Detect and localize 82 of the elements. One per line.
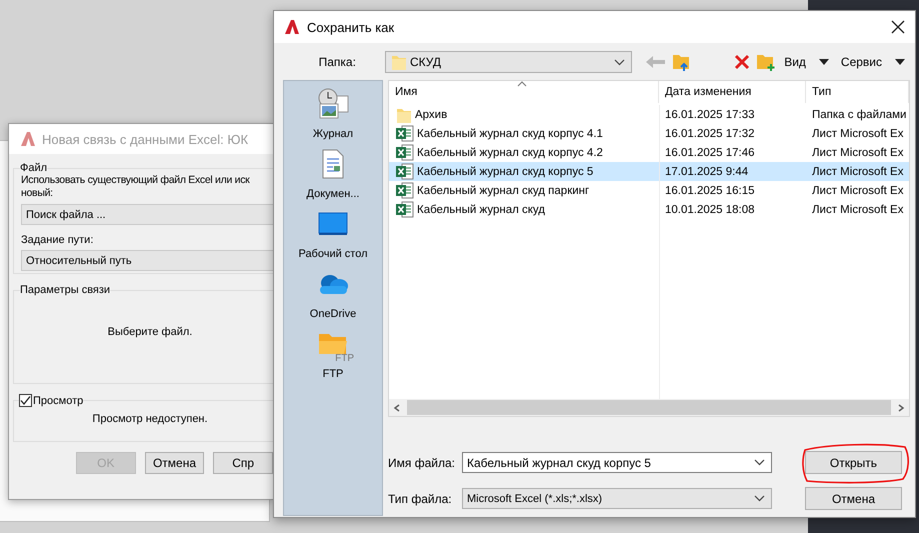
file-type: Лист Microsoft Ex — [812, 204, 904, 216]
field-label: Папка: — [318, 55, 357, 69]
file-name-field[interactable]: Кабельный журнал скуд корпус 5 — [462, 452, 772, 473]
checkbox[interactable] — [19, 394, 32, 407]
file-name: Кабельный журнал скуд паркинг — [417, 184, 590, 196]
file-row[interactable]: Кабельный журнал скуд паркинг 16.01.2025 16:15 Лист Microsoft Ex — [389, 181, 909, 200]
place-label[interactable]: Журнал — [312, 128, 354, 140]
dialog-button[interactable]: Отмена — [144, 452, 204, 474]
scroll-right-icon — [897, 404, 905, 412]
file-row[interactable]: Архив 16.01.2025 17:33 Папка с файлами — [389, 105, 909, 124]
chevron-down-icon — [614, 58, 626, 66]
toolbar-menu[interactable]: Вид — [784, 55, 829, 69]
group-label: Параметры связи — [20, 284, 110, 296]
cloud-icon — [317, 273, 349, 295]
field-label: Задание пути: — [21, 234, 94, 246]
file-date: 16.01.2025 17:46 — [665, 146, 755, 158]
description-text: новый: — [21, 187, 54, 200]
field-label: Имя файла: — [388, 456, 456, 470]
path-dropdown[interactable]: Относительный путь — [21, 250, 273, 271]
file-date: 17.01.2025 9:44 — [665, 166, 748, 178]
icon-badge-text: FTP — [335, 353, 354, 364]
window-title: Новая связь с данными Excel: ЮК — [42, 132, 248, 146]
app-icon — [20, 131, 36, 147]
file-type: Папка с файлами — [812, 108, 906, 120]
open-button[interactable]: Открыть — [805, 451, 902, 474]
place-label[interactable]: OneDrive — [310, 308, 356, 320]
spreadsheet-icon — [396, 144, 414, 161]
file-name: Кабельный журнал скуд — [417, 204, 545, 216]
folder-icon — [318, 332, 348, 356]
place-label[interactable]: Докумен... — [306, 188, 360, 200]
spreadsheet-icon — [396, 125, 414, 142]
scroll-left-icon — [393, 404, 401, 412]
spreadsheet-icon — [396, 163, 414, 180]
checkbox-label: Просмотр — [33, 394, 84, 406]
place-label[interactable]: Рабочий стол — [298, 248, 368, 260]
file-date: 10.01.2025 18:08 — [665, 204, 755, 216]
group-label: Файл — [20, 162, 48, 174]
toolbar-menu[interactable]: Сервис — [840, 55, 905, 69]
close-icon — [891, 20, 905, 34]
file-type: Лист Microsoft Ex — [812, 166, 904, 178]
app-icon — [284, 19, 300, 35]
file-row[interactable]: Кабельный журнал скуд корпус 4.1 16.01.2025 17:32 Лист Microsoft Ex — [389, 124, 909, 143]
column-header[interactable]: Имя — [389, 81, 659, 103]
spreadsheet-icon — [396, 201, 414, 218]
file-name: Архив — [415, 108, 448, 120]
file-name: Кабельный журнал скуд корпус 4.2 — [417, 146, 603, 158]
file-row[interactable]: Кабельный журнал скуд корпус 5 17.01.2025 9:44 Лист Microsoft Ex — [389, 162, 909, 181]
file-dropdown[interactable]: Поиск файла ... — [21, 204, 273, 225]
dialog-button[interactable]: Спр — [213, 452, 273, 474]
chevron-down-icon — [754, 459, 765, 466]
sort-icon — [517, 81, 527, 87]
folder-dropdown[interactable]: СКУД — [384, 51, 632, 73]
check-icon — [20, 395, 31, 406]
caret-icon — [818, 59, 829, 65]
file-name: Кабельный журнал скуд корпус 5 — [417, 166, 594, 178]
caret-icon — [895, 59, 905, 65]
file-date: 16.01.2025 17:33 — [665, 108, 755, 120]
window-title: Сохранить как — [307, 20, 396, 34]
folder-icon — [390, 53, 407, 71]
monitor-icon — [318, 212, 348, 236]
clock-and-pictures-icon — [316, 88, 350, 120]
file-row[interactable]: Кабельный журнал скуд 10.01.2025 18:08 Лист Microsoft Ex — [389, 200, 909, 219]
file-name: Кабельный журнал скуд корпус 4.1 — [417, 128, 603, 140]
file-type: Лист Microsoft Ex — [812, 184, 904, 196]
field-label: Тип файла: — [388, 492, 453, 506]
document-icon — [321, 149, 345, 179]
hint-text: Выберите файл. — [106, 326, 194, 338]
file-row[interactable]: Кабельный журнал скуд корпус 4.2 16.01.2025 17:46 Лист Microsoft Ex — [389, 143, 909, 162]
cancel-button[interactable]: Отмена — [805, 487, 902, 510]
spreadsheet-icon — [396, 182, 414, 199]
column-header[interactable]: Дата изменения — [659, 81, 806, 103]
place-label[interactable]: FTP — [322, 368, 344, 380]
file-date: 16.01.2025 17:32 — [665, 128, 755, 140]
hint-text: Просмотр недоступен. — [91, 413, 209, 425]
file-type-dropdown[interactable]: Microsoft Excel (*.xls;*.xlsx) — [462, 488, 772, 509]
file-type: Лист Microsoft Ex — [812, 146, 904, 158]
chevron-down-icon — [754, 495, 765, 502]
column-header[interactable]: Тип — [806, 81, 909, 103]
file-date: 16.01.2025 16:15 — [665, 184, 755, 196]
file-type: Лист Microsoft Ex — [812, 128, 904, 140]
description-text: Использовать существующий файл Excel или иск — [21, 174, 251, 187]
horizontal-scrollbar[interactable] — [389, 399, 909, 416]
